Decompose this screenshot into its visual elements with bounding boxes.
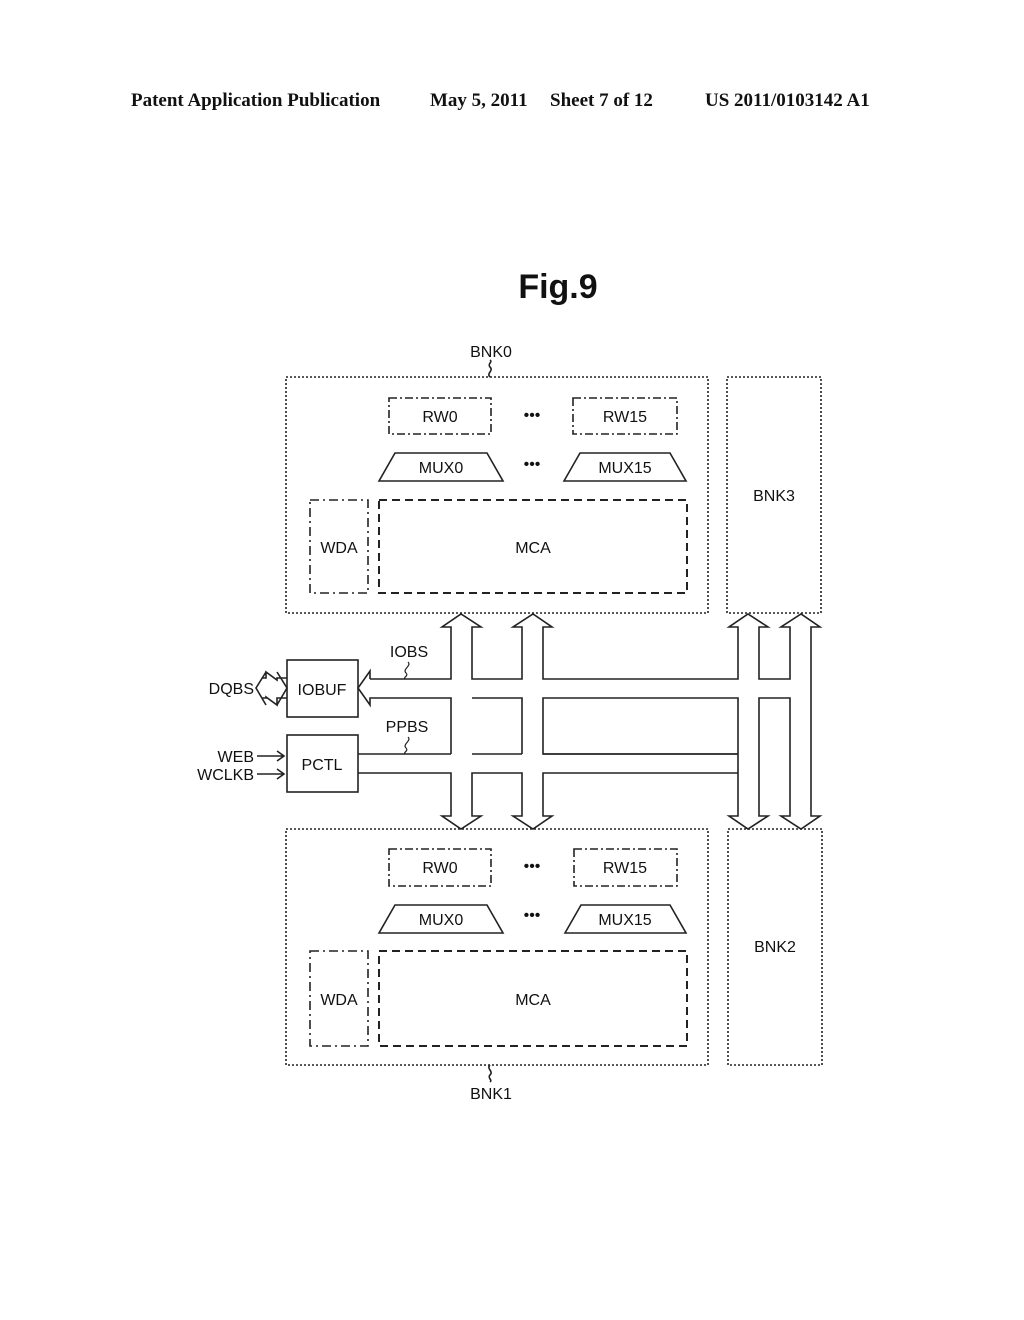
bnk1-leader bbox=[488, 1064, 492, 1083]
dqbs-arrowhead-right bbox=[276, 671, 288, 706]
wclkb-arrow bbox=[257, 768, 286, 780]
bnk0-label: BNK0 bbox=[470, 344, 512, 361]
web-arrow bbox=[257, 750, 286, 762]
bnk1-label: BNK1 bbox=[470, 1086, 512, 1103]
iobuf-label: IOBUF bbox=[298, 682, 347, 699]
pctl-label: PCTL bbox=[302, 757, 343, 774]
bnk0-leader bbox=[488, 359, 492, 378]
bnk1-rw15-label: RW15 bbox=[603, 860, 647, 877]
bnk0-rw0-label: RW0 bbox=[422, 409, 457, 426]
iobs-bus-arrowhead bbox=[357, 668, 452, 754]
bnk1-rw-ellipsis: ••• bbox=[524, 858, 541, 875]
bnk1-mux15-label: MUX15 bbox=[598, 912, 651, 929]
iobs-leader bbox=[403, 661, 410, 680]
bnk0-mca-label: MCA bbox=[515, 540, 551, 557]
dqbs-bidirectional-arrow bbox=[255, 670, 287, 707]
bank-bnk0 bbox=[285, 359, 709, 614]
bnk0-mux15-label: MUX15 bbox=[598, 460, 651, 477]
wclkb-label: WCLKB bbox=[197, 767, 254, 784]
bnk1-wda-label: WDA bbox=[320, 992, 358, 1009]
bnk1-rw0-label: RW0 bbox=[422, 860, 457, 877]
bnk0-mux0-label: MUX0 bbox=[419, 460, 464, 477]
bnk2-label: BNK2 bbox=[754, 939, 796, 956]
bnk0-wda-label: WDA bbox=[320, 540, 358, 557]
ppbs-bus-outline bbox=[358, 753, 738, 830]
iobs-bus-outline bbox=[370, 613, 823, 830]
dqbs-label: DQBS bbox=[209, 681, 254, 698]
bnk1-mca-label: MCA bbox=[515, 992, 551, 1009]
bnk0-mux-ellipsis: ••• bbox=[524, 456, 541, 473]
ppbs-leader bbox=[403, 736, 410, 755]
bnk1-mux0-label: MUX0 bbox=[419, 912, 464, 929]
bnk0-rw-ellipsis: ••• bbox=[524, 407, 541, 424]
iobs-bus-segment bbox=[472, 697, 523, 754]
bnk0-rw15-label: RW15 bbox=[603, 409, 647, 426]
iobs-label: IOBS bbox=[390, 644, 428, 661]
bnk1-mux-ellipsis: ••• bbox=[524, 907, 541, 924]
web-label: WEB bbox=[218, 749, 254, 766]
bnk3-label: BNK3 bbox=[753, 488, 795, 505]
ppbs-label: PPBS bbox=[386, 719, 429, 736]
block-diagram: ••• ••• ••• ••• BNK0 RW0 RW15 MUX0 MUX15… bbox=[197, 344, 823, 1103]
